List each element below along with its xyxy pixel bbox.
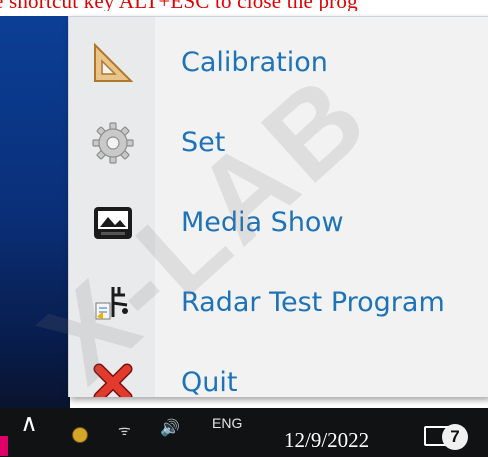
menu-item-set[interactable]: Set	[69, 103, 488, 183]
menu-item-media-show[interactable]: Media Show	[69, 183, 488, 263]
network-icon[interactable]: ᯤ	[118, 421, 131, 440]
gear-icon	[92, 122, 134, 164]
volume-icon[interactable]: 🔊	[160, 418, 180, 437]
menu-item-label: Calibration	[181, 47, 328, 78]
menu-item-label: Quit	[181, 367, 238, 397]
set-square-icon	[94, 42, 134, 82]
edge-marker	[0, 436, 8, 456]
taskbar-date[interactable]: 12/9/2022	[284, 428, 369, 453]
instruction-banner: e shortcut key ALT+ESC to close the prog	[0, 0, 488, 11]
menu-item-calibration[interactable]: Calibration	[69, 23, 488, 103]
notification-count-badge: 7	[442, 424, 468, 450]
show-hidden-icons-button[interactable]: ∧	[14, 404, 44, 444]
menu-item-radar-test-program[interactable]: Radar Test Program	[69, 263, 488, 343]
desktop-background	[0, 16, 70, 457]
menu-item-quit[interactable]: Quit	[69, 343, 488, 397]
media-display-icon	[94, 207, 132, 239]
menu-item-label: Media Show	[181, 207, 344, 238]
language-indicator[interactable]: ENG	[212, 415, 242, 431]
tray-context-menu: Calibration Set Media Show Radar Test Pr…	[68, 16, 488, 397]
menu-item-label: Radar Test Program	[181, 287, 445, 318]
menu-item-label: Set	[181, 127, 226, 158]
radar-test-icon	[95, 287, 128, 320]
tray-app-icon[interactable]	[72, 427, 88, 443]
notification-center-button[interactable]: 7	[424, 420, 470, 454]
red-x-icon	[93, 363, 133, 397]
